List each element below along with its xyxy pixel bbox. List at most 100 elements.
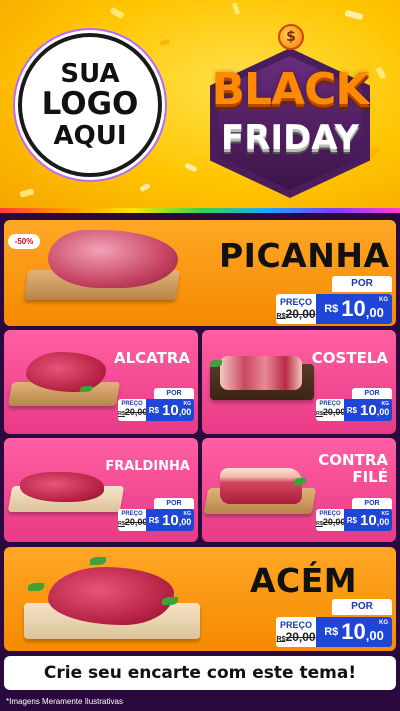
price-tag-picanha: POR PREÇO R$20,00 R$ 10 ,00 KG: [276, 276, 392, 324]
old-price-number: 20,00: [285, 307, 316, 321]
price-label: PREÇO: [319, 401, 341, 407]
price-new-box: R$ 10 ,00 KG: [344, 509, 392, 531]
alcatra-meat-image: [26, 352, 106, 392]
product-card-costela: COSTELA POR PREÇO R$20,00 R$ 10 ,00 KG: [202, 330, 396, 434]
price-old-value: R$20,00: [118, 517, 148, 530]
disclaimer-text: *Imagens Meramente Ilustrativas: [6, 697, 123, 706]
price-currency: R$: [148, 405, 160, 415]
product-name-contrafile: CONTRA FILÉ: [318, 451, 388, 487]
price-old-box: PREÇO R$20,00: [316, 399, 346, 421]
badge-title-black: BLACK: [211, 64, 369, 115]
old-currency: R$: [276, 634, 286, 643]
price-label: PREÇO: [319, 511, 341, 517]
herb-garnish: [90, 557, 106, 565]
product-card-fraldinha: FRALDINHA POR PREÇO R$20,00 R$ 10 ,00 KG: [4, 438, 198, 542]
price-tag-costela: POR PREÇO R$20,00 R$ 10 ,00 KG: [316, 388, 392, 421]
price-label: PREÇO: [279, 620, 312, 630]
price-new-box: R$ 10 ,00 KG: [344, 399, 392, 421]
confetti-piece: [7, 16, 21, 29]
price-old-value: R$20,00: [276, 307, 316, 323]
product-card-contrafile: CONTRA FILÉ POR PREÇO R$20,00 R$ 10 ,00 …: [202, 438, 396, 542]
product-name-alcatra: ALCATRA: [113, 349, 190, 367]
old-price-number: 20,00: [322, 407, 346, 417]
header-banner: SUA LOGO AQUI $ BLACK FRIDAY: [0, 0, 400, 212]
price-old-value: R$20,00: [276, 630, 316, 646]
old-currency: R$: [118, 521, 125, 527]
price-decimal: ,00: [365, 304, 384, 320]
price-new-box: R$ 10 ,00 KG: [316, 617, 392, 647]
price-old-box: PREÇO R$20,00: [118, 399, 148, 421]
confetti-piece: [159, 38, 171, 47]
product-name-acem: ACÉM: [250, 561, 358, 600]
cta-banner[interactable]: Crie seu encarte com este tema!: [4, 656, 396, 690]
product-card-acem: ACÉM POR PREÇO R$20,00 R$ 10 ,00 KG: [4, 547, 396, 651]
price-decimal: ,00: [365, 627, 384, 643]
herb-garnish: [294, 478, 306, 485]
costela-meat-image: [220, 356, 302, 390]
confetti-piece: [231, 2, 241, 15]
product-name-line1: CONTRA: [318, 451, 388, 469]
herb-garnish: [80, 386, 92, 392]
rainbow-divider: [0, 208, 400, 213]
product-name-picanha: PICANHA: [219, 236, 390, 275]
black-friday-badge: $ BLACK FRIDAY: [190, 18, 390, 198]
price-new-box: R$ 10 ,00 KG: [146, 399, 194, 421]
price-old-box: PREÇO R$20,00: [276, 617, 316, 647]
old-price-number: 20,00: [124, 407, 148, 417]
price-unit: KG: [381, 401, 390, 407]
herb-garnish: [162, 597, 178, 605]
discount-badge: -50%: [8, 234, 40, 249]
old-currency: R$: [118, 411, 125, 417]
confetti-piece: [19, 188, 35, 198]
product-name-fraldinha: FRALDINHA: [105, 459, 190, 474]
price-integer: 10: [341, 619, 366, 644]
coin-icon: $: [278, 24, 304, 50]
price-integer: 10: [360, 511, 377, 529]
badge-title-friday: FRIDAY: [221, 118, 359, 158]
product-name-line2: FILÉ: [352, 468, 388, 487]
price-por-label: POR: [332, 599, 392, 615]
price-unit: KG: [183, 511, 192, 517]
price-tag-contrafile: POR PREÇO R$20,00 R$ 10 ,00 KG: [316, 498, 392, 531]
price-decimal: ,00: [376, 517, 390, 527]
old-currency: R$: [276, 311, 286, 320]
fraldinha-meat-image: [20, 472, 104, 502]
price-unit: KG: [379, 297, 388, 303]
price-tag-alcatra: POR PREÇO R$20,00 R$ 10 ,00 KG: [118, 388, 194, 421]
price-currency: R$: [324, 303, 339, 315]
logo-text-line1: SUA: [60, 59, 120, 90]
price-decimal: ,00: [178, 407, 192, 417]
price-old-box: PREÇO R$20,00: [316, 509, 345, 531]
confetti-piece: [109, 6, 125, 20]
price-tag-acem: POR PREÇO R$20,00 R$ 10 ,00 KG: [276, 599, 392, 647]
price-integer: 10: [162, 511, 179, 529]
product-card-alcatra: ALCATRA POR PREÇO R$20,00 R$ 10 ,00 KG: [4, 330, 198, 434]
confetti-piece: [139, 182, 151, 193]
price-currency: R$: [148, 515, 160, 525]
picanha-meat-image: [48, 230, 178, 288]
price-tag-fraldinha: POR PREÇO R$20,00 R$ 10 ,00 KG: [118, 498, 194, 531]
price-por-label: POR: [352, 388, 392, 399]
price-old-value: R$20,00: [316, 517, 345, 530]
product-card-picanha: PICANHA POR PREÇO R$20,00 R$ 10 ,00 KG: [4, 220, 396, 326]
price-old-box: PREÇO R$20,00: [276, 294, 316, 324]
old-price-number: 20,00: [124, 517, 148, 527]
old-currency: R$: [316, 521, 323, 527]
acem-meat-image: [48, 567, 174, 625]
price-currency: R$: [346, 515, 358, 525]
price-unit: KG: [379, 620, 388, 626]
price-integer: 10: [360, 401, 377, 419]
price-por-label: POR: [154, 388, 194, 399]
logo-placeholder: SUA LOGO AQUI: [18, 33, 162, 177]
price-unit: KG: [381, 511, 390, 517]
price-currency: R$: [324, 626, 339, 638]
price-por-label: POR: [154, 498, 194, 509]
price-new-box: R$ 10 ,00 KG: [316, 294, 392, 324]
old-price-number: 20,00: [285, 630, 316, 644]
price-decimal: ,00: [178, 517, 192, 527]
logo-text-line2: LOGO: [41, 86, 139, 123]
price-por-label: POR: [352, 498, 392, 509]
price-integer: 10: [341, 296, 366, 321]
contrafile-meat-image: [220, 468, 302, 504]
price-unit: KG: [183, 401, 192, 407]
